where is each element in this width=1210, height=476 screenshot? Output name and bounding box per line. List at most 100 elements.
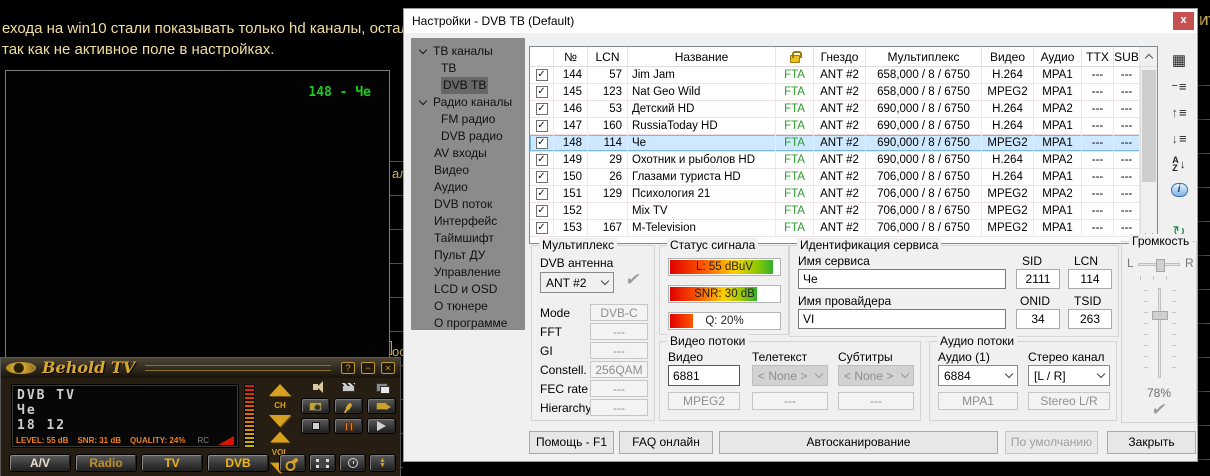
channel-up-button[interactable] [269,384,291,396]
pip-button[interactable] [367,380,396,394]
header-socket[interactable]: Гнездо [814,47,866,66]
dialog-titlebar[interactable]: Настройки - DVB ТВ (Default) [404,9,1197,33]
balance-thumb[interactable] [1156,259,1165,272]
tree-item-dvb-tv[interactable]: DVB ТВ [411,77,525,94]
scheduler-button[interactable] [339,454,366,472]
tree-item-radio-channels[interactable]: Радио каналы [411,94,525,111]
play-button[interactable] [367,418,396,434]
balance-slider[interactable] [1138,263,1180,266]
tree-item-dvb-stream[interactable]: DVB поток [411,196,525,213]
volume-slider[interactable] [1158,288,1161,378]
tree-item-dvb-radio[interactable]: DVB радио [411,128,525,145]
defaults-button[interactable]: По умолчанию [1005,431,1098,454]
volume-thumb[interactable] [1152,311,1168,320]
mode-av-button[interactable]: A/V [9,454,71,472]
channel-row-149[interactable]: ✓14929Охотник и рыболов HDFTAANT #2690,0… [530,152,1157,169]
video-window[interactable]: 148 - Че [5,70,390,358]
channel-row-153[interactable]: ✓153167M-TelevisionFTAANT #2706,000 / 8 … [530,220,1157,237]
stereo-combo[interactable]: [L / R] [1028,365,1110,386]
info-button[interactable]: i [1167,179,1191,201]
move-up-button[interactable]: ↑≡ [1167,101,1191,123]
channel-down-button[interactable] [269,415,291,427]
channel-checkbox[interactable]: ✓ [536,171,548,183]
header-encryption[interactable] [776,47,814,66]
channel-checkbox[interactable]: ✓ [536,222,548,234]
autoscan-button[interactable]: Автосканирование [719,431,998,454]
tree-item-video[interactable]: Видео [411,162,525,179]
record-video-button[interactable] [367,398,396,414]
header-num[interactable]: № [554,47,588,66]
channel-row-146[interactable]: ✓14653Детский HDFTAANT #2690,000 / 8 / 6… [530,101,1157,118]
channel-checkbox[interactable]: ✓ [536,137,548,149]
tree-item-control[interactable]: Управление [411,264,525,281]
player-titlebar[interactable]: Behold TV ? − × [1,358,400,378]
header-ttx[interactable]: TTX [1082,47,1114,66]
channel-checkbox[interactable]: ✓ [536,103,548,115]
stop-button[interactable] [301,418,330,434]
channel-row-147[interactable]: ✓147160RussiaToday HDFTAANT #2690,000 / … [530,118,1157,135]
video-pid-input[interactable]: 6881 [668,365,740,386]
snapshot-button[interactable] [301,398,330,414]
channel-row-144[interactable]: ✓14457Jim JamFTAANT #2658,000 / 8 / 6750… [530,67,1157,84]
mode-radio-button[interactable]: Radio [75,454,137,472]
dialog-close-button[interactable]: x [1173,12,1194,30]
channel-row-151[interactable]: ✓151129Психология 21FTAANT #2706,000 / 8… [530,186,1157,203]
scrollbar-thumb[interactable] [1142,70,1156,182]
header-lcn[interactable]: LCN [588,47,628,66]
tree-item-lcd-osd[interactable]: LCD и OSD [411,281,525,298]
header-multiplex[interactable]: Мультиплекс [866,47,982,66]
channel-grid-button[interactable]: ▦ [1167,49,1191,71]
channel-table-body: ✓14457Jim JamFTAANT #2658,000 / 8 / 6750… [530,67,1157,237]
channel-checkbox[interactable]: ✓ [536,69,548,81]
mute-button[interactable] [301,380,330,394]
tree-item-tv-channels[interactable]: ТВ каналы [411,43,525,60]
record-audio-button[interactable] [334,398,363,414]
tree-item-interface[interactable]: Интерфейс [411,213,525,230]
tree-item-label: DVB поток [434,196,492,213]
tree-item-remote[interactable]: Пульт ДУ [411,247,525,264]
move-down-button[interactable]: ↓≡ [1167,127,1191,149]
playlist-button[interactable] [309,454,336,472]
channel-row-148[interactable]: ✓148114ЧеFTAANT #2690,000 / 8 / 6750MPEG… [530,135,1157,152]
service-name-input[interactable]: Че [798,269,1006,289]
provider-input[interactable]: VI [798,309,1006,329]
player-help-button[interactable]: ? [341,362,355,374]
header-audio[interactable]: Аудио [1034,47,1082,66]
sort-button[interactable]: AZ↓ [1167,153,1191,175]
close-button[interactable]: Закрыть [1107,431,1196,454]
player-close-button[interactable]: × [381,362,395,374]
tree-item-timeshift[interactable]: Таймшифт [411,230,525,247]
table-scrollbar[interactable] [1140,67,1157,243]
antenna-combo[interactable]: ANT #2 [540,272,614,293]
channel-row-145[interactable]: ✓145123Nat Geo WildFTAANT #2658,000 / 8 … [530,84,1157,101]
volume-up-button[interactable] [270,432,290,443]
video-standard-button[interactable] [334,380,363,394]
channel-checkbox[interactable]: ✓ [536,154,548,166]
pause-button[interactable] [334,418,363,434]
mode-tv-button[interactable]: TV [141,454,203,472]
mode-dvb-button[interactable]: DVB [207,454,269,472]
channel-checkbox[interactable]: ✓ [536,188,548,200]
channel-checkbox[interactable]: ✓ [536,86,548,98]
remove-channel-button[interactable]: −≡ [1167,75,1191,97]
tree-item-about-app[interactable]: О программе [411,315,525,330]
channel-checkbox[interactable]: ✓ [536,205,548,217]
tree-item-av-inputs[interactable]: AV входы [411,145,525,162]
header-name[interactable]: Название [628,47,776,66]
header-video[interactable]: Видео [982,47,1034,66]
tree-item-about-tuner[interactable]: О тюнере [411,298,525,315]
tree-item-tv[interactable]: ТВ [411,60,525,77]
faq-button[interactable]: FAQ онлайн [619,431,713,454]
tree-item-fm-radio[interactable]: FM радио [411,111,525,128]
help-button[interactable]: Помощь - F1 [529,431,614,454]
channel-checkbox[interactable]: ✓ [536,120,548,132]
channel-row-152[interactable]: ✓152Mix TVFTAANT #2706,000 / 8 / 6750MPE… [530,203,1157,220]
header-sub[interactable]: SUB [1114,47,1140,66]
scroll-up-button[interactable] [1140,47,1157,66]
player-minimize-button[interactable]: − [361,362,375,374]
compact-mode-button[interactable]: ▲▼ [369,454,396,472]
tree-item-audio[interactable]: Аудио [411,179,525,196]
channel-row-150[interactable]: ✓15026Глазами туриста HDFTAANT #2706,000… [530,169,1157,186]
audio-pid-combo[interactable]: 6884 [938,365,1018,386]
settings-button[interactable] [279,454,306,472]
